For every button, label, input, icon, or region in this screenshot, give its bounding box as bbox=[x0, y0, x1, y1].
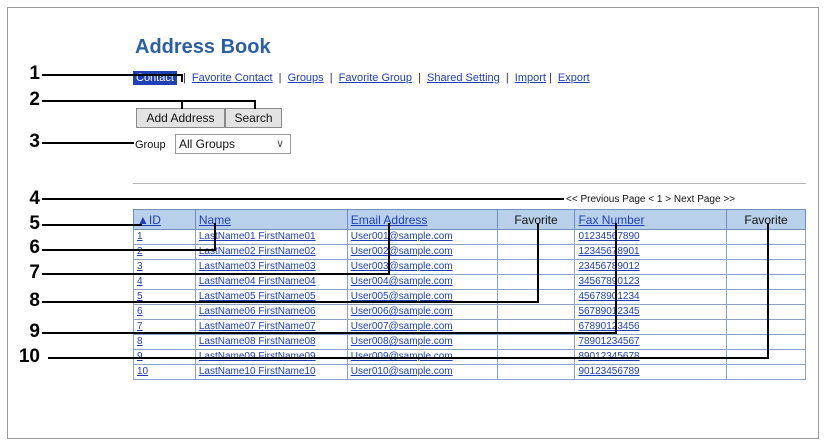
nav-groups[interactable]: Groups bbox=[288, 72, 324, 84]
row-favorite-cell bbox=[496, 259, 576, 275]
callout-line-7 bbox=[388, 223, 390, 275]
callout-line-1 bbox=[181, 74, 183, 82]
callout-line-1 bbox=[42, 74, 183, 76]
chevron-down-icon: ∨ bbox=[275, 138, 284, 150]
row-favorite-cell bbox=[496, 334, 576, 350]
table-row: 6 LastName06 FirstName06 User006@sample.… bbox=[133, 304, 806, 320]
nav-favorite-contact[interactable]: Favorite Contact bbox=[192, 72, 273, 84]
table-row: 1 LastName01 FirstName01 User001@sample.… bbox=[133, 229, 806, 245]
table-row: 8 LastName08 FirstName08 User008@sample.… bbox=[133, 334, 806, 350]
callout-line-8 bbox=[537, 223, 539, 303]
callout-line-2 bbox=[42, 100, 256, 102]
callout-number-6: 6 bbox=[29, 237, 40, 258]
callout-line-3 bbox=[42, 142, 134, 144]
row-name-link[interactable]: LastName02 FirstName02 bbox=[194, 244, 348, 260]
nav-separator: | bbox=[418, 72, 421, 84]
column-header-email[interactable]: Email Address bbox=[346, 209, 498, 230]
column-header-name[interactable]: Name bbox=[194, 209, 348, 230]
add-address-button[interactable]: Add Address bbox=[136, 108, 225, 128]
callout-line-2 bbox=[254, 100, 256, 109]
row-favorite-cell bbox=[496, 229, 576, 245]
row-fax-link[interactable]: 01234567890 bbox=[574, 229, 728, 245]
nav-bar: Contact | Favorite Contact | Groups | Fa… bbox=[133, 71, 590, 85]
column-header-id[interactable]: ▲ID bbox=[133, 209, 196, 230]
table-row: 10 LastName10 FirstName10 User010@sample… bbox=[133, 364, 806, 380]
callout-number-5: 5 bbox=[29, 213, 40, 234]
callout-line-6 bbox=[214, 223, 216, 251]
row-fax-link[interactable]: 56789012345 bbox=[574, 304, 728, 320]
row-id-link[interactable]: 10 bbox=[133, 364, 196, 380]
row-name-link[interactable]: LastName01 FirstName01 bbox=[194, 229, 348, 245]
callout-number-1: 1 bbox=[29, 63, 40, 84]
row-id-link[interactable]: 2 bbox=[133, 244, 196, 260]
group-label: Group bbox=[135, 139, 166, 151]
row-id-link[interactable]: 8 bbox=[133, 334, 196, 350]
row-fax-link[interactable]: 45678901234 bbox=[574, 289, 728, 305]
nav-separator: | bbox=[505, 72, 509, 84]
callout-number-7: 7 bbox=[29, 262, 40, 283]
address-table: ▲ID Name Email Address Favorite Fax Numb… bbox=[133, 209, 806, 380]
divider bbox=[133, 183, 806, 184]
row-name-link[interactable]: LastName04 FirstName04 bbox=[194, 274, 348, 290]
row-fax-link[interactable]: 12345678901 bbox=[574, 244, 728, 260]
pager[interactable]: << Previous Page < 1 > Next Page >> bbox=[566, 194, 735, 205]
nav-export[interactable]: Export bbox=[558, 72, 590, 84]
callout-line-5 bbox=[42, 224, 142, 226]
callout-line-10 bbox=[48, 357, 769, 359]
row-favorite-cell bbox=[726, 364, 806, 380]
callout-number-9: 9 bbox=[29, 321, 40, 342]
callout-line-9 bbox=[615, 223, 617, 334]
row-id-link[interactable]: 4 bbox=[133, 274, 196, 290]
callout-line-9 bbox=[42, 332, 617, 334]
row-fax-link[interactable]: 78901234567 bbox=[574, 334, 728, 350]
row-name-link[interactable]: LastName06 FirstName06 bbox=[194, 304, 348, 320]
callout-number-10: 10 bbox=[18, 346, 40, 367]
nav-separator: | bbox=[548, 72, 552, 84]
callout-number-2: 2 bbox=[29, 89, 40, 110]
row-fax-link[interactable]: 23456789012 bbox=[574, 259, 728, 275]
column-header-fax[interactable]: Fax Number bbox=[574, 209, 728, 230]
callout-line-7 bbox=[42, 273, 390, 275]
callout-number-8: 8 bbox=[29, 290, 40, 311]
nav-import[interactable]: Import bbox=[515, 72, 546, 84]
table-row: 4 LastName04 FirstName04 User004@sample.… bbox=[133, 274, 806, 290]
row-fax-link[interactable]: 34567890123 bbox=[574, 274, 728, 290]
row-favorite-cell bbox=[496, 364, 576, 380]
row-favorite-cell bbox=[496, 274, 576, 290]
row-fax-link[interactable]: 90123456789 bbox=[574, 364, 728, 380]
row-id-link[interactable]: 6 bbox=[133, 304, 196, 320]
table-row: 2 LastName02 FirstName02 User002@sample.… bbox=[133, 244, 806, 260]
table-header-row: ▲ID Name Email Address Favorite Fax Numb… bbox=[133, 209, 806, 230]
row-favorite-cell bbox=[496, 304, 576, 320]
callout-number-3: 3 bbox=[29, 131, 40, 152]
nav-shared-setting[interactable]: Shared Setting bbox=[427, 72, 500, 84]
callout-line-2 bbox=[181, 100, 183, 109]
search-button[interactable]: Search bbox=[225, 108, 282, 128]
row-email-link[interactable]: User010@sample.com bbox=[346, 364, 498, 380]
row-id-link[interactable]: 1 bbox=[133, 229, 196, 245]
nav-favorite-group[interactable]: Favorite Group bbox=[339, 72, 412, 84]
nav-separator: | bbox=[278, 72, 282, 84]
row-email-link[interactable]: User001@sample.com bbox=[346, 229, 498, 245]
group-select-value: All Groups bbox=[179, 137, 236, 151]
row-name-link[interactable]: LastName10 FirstName10 bbox=[194, 364, 348, 380]
row-email-link[interactable]: User008@sample.com bbox=[346, 334, 498, 350]
group-select[interactable]: All Groups ∨ bbox=[175, 134, 291, 154]
column-header-favorite: Favorite bbox=[496, 209, 576, 230]
nav-separator: | bbox=[329, 72, 333, 84]
row-favorite-cell bbox=[496, 244, 576, 260]
page-title: Address Book bbox=[135, 36, 271, 58]
row-email-link[interactable]: User006@sample.com bbox=[346, 304, 498, 320]
callout-line-8 bbox=[42, 301, 539, 303]
callout-line-6 bbox=[42, 249, 216, 251]
row-name-link[interactable]: LastName08 FirstName08 bbox=[194, 334, 348, 350]
row-email-link[interactable]: User004@sample.com bbox=[346, 274, 498, 290]
callout-number-4: 4 bbox=[29, 188, 40, 209]
callout-line-4 bbox=[42, 198, 564, 200]
row-email-link[interactable]: User002@sample.com bbox=[346, 244, 498, 260]
callout-line-10 bbox=[767, 223, 769, 359]
